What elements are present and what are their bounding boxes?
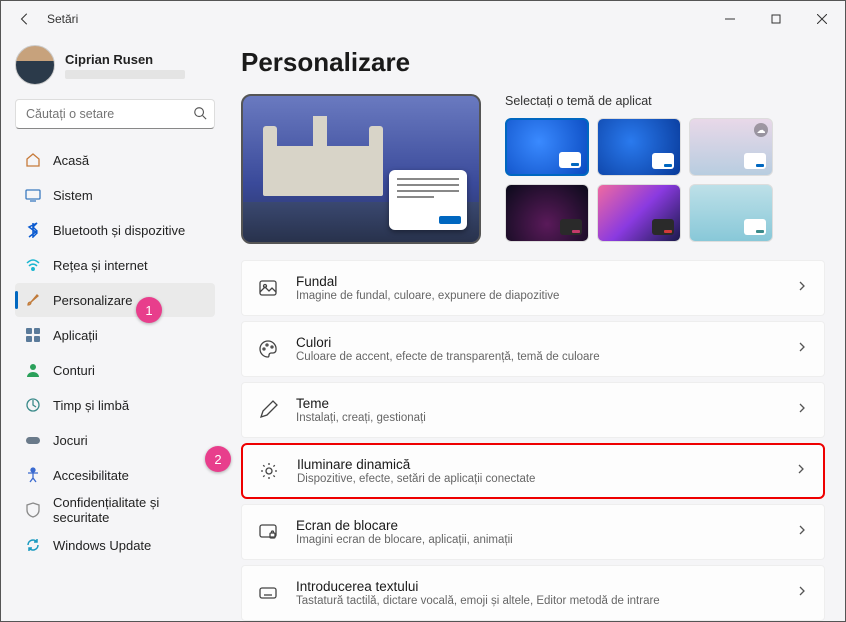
theme-option[interactable] bbox=[505, 184, 589, 242]
gamepad-icon bbox=[25, 432, 41, 448]
nav-home[interactable]: Acasă bbox=[15, 143, 215, 177]
accessibility-icon bbox=[25, 467, 41, 483]
chevron-right-icon bbox=[796, 584, 808, 602]
titlebar: Setări bbox=[1, 1, 845, 37]
brush-icon bbox=[25, 292, 41, 308]
nav-label: Confidențialitate și securitate bbox=[53, 495, 205, 525]
setting-desc: Imagini ecran de blocare, aplicații, ani… bbox=[296, 534, 778, 546]
back-button[interactable] bbox=[17, 11, 33, 27]
person-icon bbox=[25, 362, 41, 378]
nav-time[interactable]: Timp și limbă bbox=[15, 388, 215, 422]
nav-bluetooth[interactable]: Bluetooth și dispozitive bbox=[15, 213, 215, 247]
minimize-button[interactable] bbox=[707, 3, 753, 35]
nav-accounts[interactable]: Conturi bbox=[15, 353, 215, 387]
search-icon bbox=[193, 106, 207, 125]
sidebar: Ciprian Rusen Acasă Sistem Bluetooth și … bbox=[1, 37, 221, 621]
setting-title: Culori bbox=[296, 335, 778, 350]
nav-label: Conturi bbox=[53, 363, 95, 378]
annotation-badge-1: 1 bbox=[136, 297, 162, 323]
setting-lockscreen[interactable]: Ecran de blocareImagini ecran de blocare… bbox=[241, 504, 825, 560]
update-icon bbox=[25, 537, 41, 553]
chevron-right-icon bbox=[796, 340, 808, 358]
nav-gaming[interactable]: Jocuri bbox=[15, 423, 215, 457]
theme-option[interactable] bbox=[597, 184, 681, 242]
apps-icon bbox=[25, 327, 41, 343]
user-email-placeholder bbox=[65, 70, 185, 79]
setting-desc: Dispozitive, efecte, setări de aplicații… bbox=[297, 473, 777, 485]
setting-title: Iluminare dinamică bbox=[297, 457, 777, 472]
nav-accessibility[interactable]: Accesibilitate bbox=[15, 458, 215, 492]
keyboard-icon bbox=[258, 583, 278, 603]
maximize-button[interactable] bbox=[753, 3, 799, 35]
chevron-right-icon bbox=[796, 279, 808, 297]
brightness-icon bbox=[259, 461, 279, 481]
setting-title: Ecran de blocare bbox=[296, 518, 778, 533]
palette-icon bbox=[258, 339, 278, 359]
chevron-right-icon bbox=[796, 401, 808, 419]
theme-option[interactable] bbox=[689, 184, 773, 242]
globe-clock-icon bbox=[25, 397, 41, 413]
nav-apps[interactable]: Aplicații bbox=[15, 318, 215, 352]
nav: Acasă Sistem Bluetooth și dispozitive Re… bbox=[15, 143, 215, 562]
user-name: Ciprian Rusen bbox=[65, 52, 185, 67]
nav-network[interactable]: Rețea și internet bbox=[15, 248, 215, 282]
close-button[interactable] bbox=[799, 3, 845, 35]
setting-background[interactable]: FundalImagine de fundal, culoare, expune… bbox=[241, 260, 825, 316]
page-title: Personalizare bbox=[241, 47, 825, 78]
nav-personalization[interactable]: Personalizare bbox=[15, 283, 215, 317]
nav-label: Acasă bbox=[53, 153, 89, 168]
search-input[interactable] bbox=[15, 99, 215, 129]
pen-icon bbox=[258, 400, 278, 420]
nav-update[interactable]: Windows Update bbox=[15, 528, 215, 562]
setting-title: Fundal bbox=[296, 274, 778, 289]
setting-desc: Tastatură tactilă, dictare vocală, emoji… bbox=[296, 595, 778, 607]
avatar bbox=[15, 45, 55, 85]
nav-label: Personalizare bbox=[53, 293, 133, 308]
setting-colors[interactable]: CuloriCuloare de accent, efecte de trans… bbox=[241, 321, 825, 377]
nav-label: Accesibilitate bbox=[53, 468, 129, 483]
theme-option[interactable] bbox=[597, 118, 681, 176]
setting-title: Teme bbox=[296, 396, 778, 411]
chevron-right-icon bbox=[795, 462, 807, 480]
annotation-badge-2: 2 bbox=[205, 446, 231, 472]
image-icon bbox=[258, 278, 278, 298]
themes-grid: ☁ bbox=[505, 118, 825, 242]
wifi-icon bbox=[25, 257, 41, 273]
setting-title: Introducerea textului bbox=[296, 579, 778, 594]
nav-label: Jocuri bbox=[53, 433, 88, 448]
bluetooth-icon bbox=[25, 222, 41, 238]
nav-privacy[interactable]: Confidențialitate și securitate bbox=[15, 493, 215, 527]
main-content: Personalizare Selectați o temă de aplica… bbox=[221, 37, 845, 621]
nav-label: Rețea și internet bbox=[53, 258, 148, 273]
user-block[interactable]: Ciprian Rusen bbox=[15, 41, 215, 95]
chevron-right-icon bbox=[796, 523, 808, 541]
setting-desc: Instalați, creați, gestionați bbox=[296, 412, 778, 424]
settings-list: FundalImagine de fundal, culoare, expune… bbox=[241, 260, 825, 621]
setting-dynamic-lighting[interactable]: Iluminare dinamicăDispozitive, efecte, s… bbox=[241, 443, 825, 499]
nav-label: Aplicații bbox=[53, 328, 98, 343]
theme-option[interactable]: ☁ bbox=[689, 118, 773, 176]
nav-label: Windows Update bbox=[53, 538, 151, 553]
nav-label: Sistem bbox=[53, 188, 93, 203]
nav-label: Bluetooth și dispozitive bbox=[53, 223, 185, 238]
shield-icon bbox=[25, 502, 41, 518]
themes-label: Selectați o temă de aplicat bbox=[505, 94, 825, 108]
nav-system[interactable]: Sistem bbox=[15, 178, 215, 212]
setting-desc: Culoare de accent, efecte de transparenț… bbox=[296, 351, 778, 363]
setting-desc: Imagine de fundal, culoare, expunere de … bbox=[296, 290, 778, 302]
desktop-preview bbox=[241, 94, 481, 244]
window-title: Setări bbox=[47, 12, 78, 26]
home-icon bbox=[25, 152, 41, 168]
nav-label: Timp și limbă bbox=[53, 398, 129, 413]
lockscreen-icon bbox=[258, 522, 278, 542]
window-controls bbox=[707, 3, 845, 35]
cloud-icon: ☁ bbox=[754, 123, 768, 137]
system-icon bbox=[25, 187, 41, 203]
theme-option[interactable] bbox=[505, 118, 589, 176]
search-wrap bbox=[15, 99, 215, 129]
setting-themes[interactable]: TemeInstalați, creați, gestionați bbox=[241, 382, 825, 438]
setting-text-input[interactable]: Introducerea textuluiTastatură tactilă, … bbox=[241, 565, 825, 621]
